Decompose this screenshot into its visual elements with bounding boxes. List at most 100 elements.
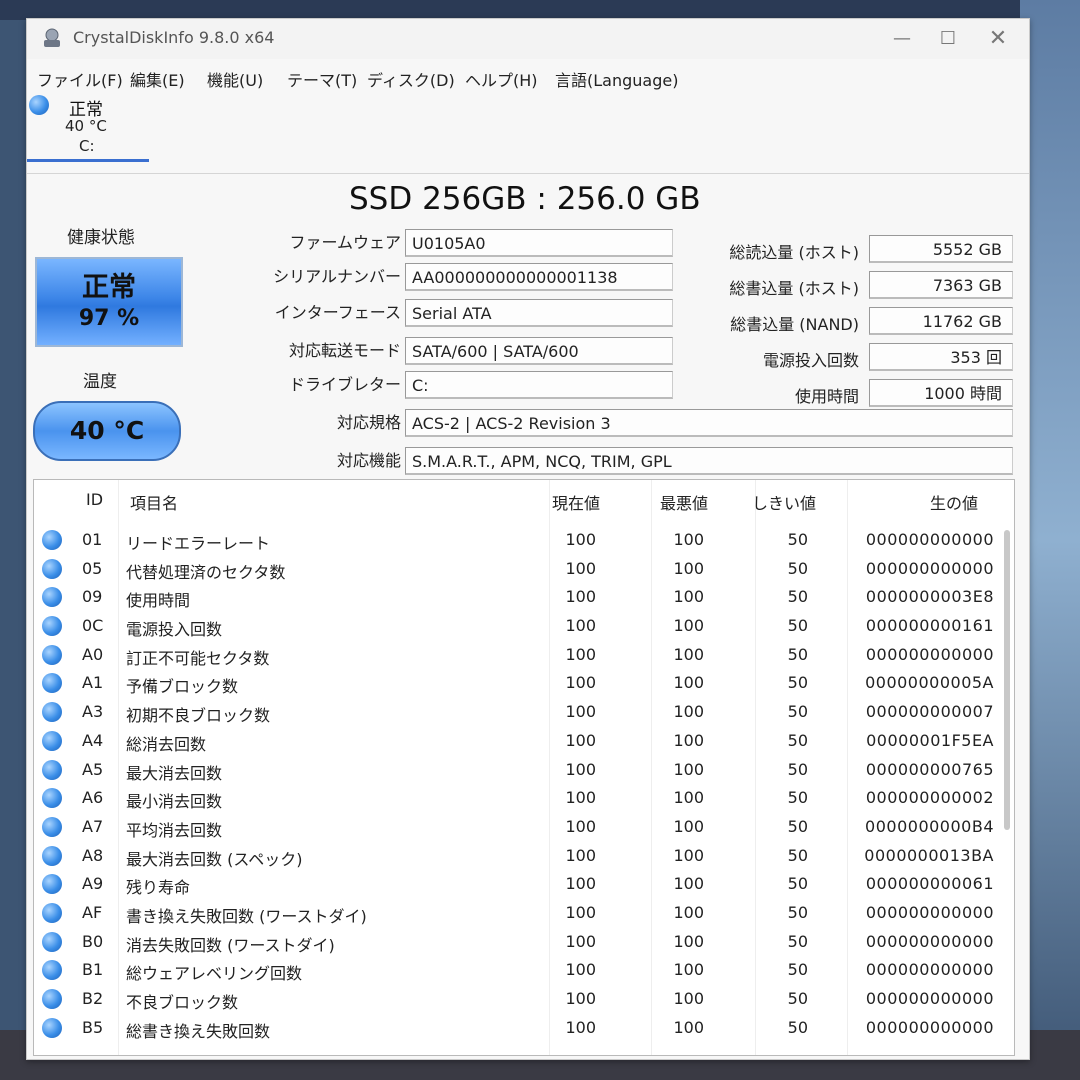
- table-row[interactable]: A0 訂正不可能セクタ数 100 100 50 000000000000: [34, 641, 1014, 670]
- host-writes-value: 7363 GB: [869, 271, 1013, 299]
- attr-id: B5: [82, 1017, 104, 1037]
- attr-id: A6: [82, 788, 104, 808]
- attr-current: 100: [565, 558, 596, 578]
- menu-language[interactable]: 言語(Language): [555, 67, 678, 91]
- health-percent: 97 %: [78, 306, 140, 331]
- attr-threshold: 50: [787, 960, 808, 980]
- attr-name: 総書き換え失敗回数: [126, 1021, 271, 1041]
- host-reads-value: 5552 GB: [869, 235, 1013, 263]
- status-good-icon: [42, 874, 62, 895]
- window-title: CrystalDiskInfo 9.8.0 x64: [73, 28, 275, 47]
- col-header-id[interactable]: ID: [86, 490, 103, 509]
- col-header-name[interactable]: 項目名: [130, 490, 178, 514]
- attr-current: 100: [565, 960, 596, 980]
- status-good-icon: [42, 616, 62, 637]
- attr-id: A7: [82, 816, 104, 836]
- table-row[interactable]: B5 総書き換え失敗回数 100 100 50 000000000000: [34, 1014, 1014, 1043]
- power-on-hours-label: 使用時間: [794, 387, 859, 406]
- attr-worst: 100: [673, 759, 704, 779]
- smart-table[interactable]: ID 項目名 現在値 最悪値 しきい値 生の値 01 リードエラーレート 100 10…: [33, 479, 1015, 1056]
- menu-disk[interactable]: ディスク(D): [367, 67, 455, 91]
- table-row[interactable]: AF 書き換え失敗回数 (ワーストダイ) 100 100 50 000000000000: [34, 899, 1014, 928]
- attr-raw: 000000000007: [865, 702, 994, 722]
- close-button[interactable]: ✕: [981, 25, 1015, 53]
- attr-threshold: 50: [787, 931, 808, 951]
- table-row[interactable]: A4 総消去回数 100 100 50 00000001F5EA: [34, 727, 1014, 756]
- menu-function[interactable]: 機能(U): [207, 67, 263, 91]
- table-row[interactable]: A3 初期不良ブロック数 100 100 50 000000000007: [34, 698, 1014, 727]
- smart-table-body: 01 リードエラーレート 100 100 50 000000000000 05 代替処理済の…: [34, 526, 1014, 1042]
- attr-worst: 100: [673, 558, 704, 578]
- attr-current: 100: [565, 931, 596, 951]
- col-header-current[interactable]: 現在値: [552, 490, 600, 514]
- status-good-icon: [42, 644, 62, 665]
- attr-worst: 100: [673, 960, 704, 980]
- attr-raw: 000000000000: [865, 931, 994, 951]
- attr-threshold: 50: [787, 644, 808, 664]
- attr-worst: 100: [673, 816, 704, 836]
- attr-id: A5: [82, 759, 104, 779]
- temperature-value[interactable]: 40 °C: [33, 401, 181, 461]
- attr-name: 初期不良ブロック数: [126, 706, 271, 726]
- attr-threshold: 50: [787, 845, 808, 865]
- attr-name: 最大消去回数 (スペック): [126, 849, 303, 869]
- table-row[interactable]: A7 平均消去回数 100 100 50 0000000000B4: [34, 813, 1014, 842]
- attr-threshold: 50: [787, 616, 808, 636]
- menu-theme[interactable]: テーマ(T): [287, 67, 357, 91]
- menu-help[interactable]: ヘルプ(H): [465, 67, 538, 91]
- table-row[interactable]: A8 最大消去回数 (スペック) 100 100 50 0000000013BA: [34, 842, 1014, 871]
- attr-id: 0C: [82, 616, 104, 636]
- attr-name: リードエラーレート: [126, 534, 271, 553]
- table-row[interactable]: 01 リードエラーレート 100 100 50 000000000000: [34, 526, 1014, 555]
- host-writes-label: 総書込量 (ホスト): [729, 279, 859, 298]
- standard-value: ACS-2 | ACS-2 Revision 3: [405, 409, 1013, 437]
- status-good-icon: [42, 730, 62, 751]
- attr-threshold: 50: [787, 759, 808, 779]
- attr-raw: 000000000000: [865, 1017, 994, 1037]
- firmware-label: ファームウェア: [289, 233, 401, 252]
- interface-value: Serial ATA: [405, 299, 673, 327]
- attr-raw: 000000000000: [865, 558, 994, 578]
- smart-table-header: ID 項目名 現在値 最悪値 しきい値 生の値: [34, 480, 1014, 518]
- disk-tab-c[interactable]: 正常 40 °C C:: [27, 95, 149, 162]
- attr-threshold: 50: [787, 989, 808, 1008]
- menu-file[interactable]: ファイル(F): [37, 67, 123, 91]
- attr-threshold: 50: [787, 530, 808, 549]
- table-row[interactable]: A5 最大消去回数 100 100 50 000000000765: [34, 756, 1014, 785]
- attr-name: 代替処理済のセクタ数: [126, 562, 286, 582]
- table-row[interactable]: A1 予備ブロック数 100 100 50 00000000005A: [34, 669, 1014, 698]
- table-row[interactable]: A9 残り寿命 100 100 50 000000000061: [34, 870, 1014, 899]
- minimize-button[interactable]: —: [885, 25, 919, 53]
- attr-name: 最大消去回数: [126, 763, 223, 783]
- maximize-button[interactable]: ☐: [931, 25, 965, 53]
- table-row[interactable]: 05 代替処理済のセクタ数 100 100 50 000000000000: [34, 555, 1014, 584]
- attr-raw: 0000000013BA: [864, 845, 994, 865]
- table-row[interactable]: 09 使用時間 100 100 50 0000000003E8: [34, 583, 1014, 612]
- table-row[interactable]: 0C 電源投入回数 100 100 50 000000000161: [34, 612, 1014, 641]
- table-row[interactable]: A6 最小消去回数 100 100 50 000000000002: [34, 784, 1014, 813]
- menu-edit[interactable]: 編集(E): [130, 67, 185, 91]
- attr-current: 100: [565, 816, 596, 836]
- attr-id: A0: [82, 644, 104, 664]
- attr-id: A8: [82, 845, 104, 865]
- table-row[interactable]: B0 消去失敗回数 (ワーストダイ) 100 100 50 000000000000: [34, 928, 1014, 957]
- health-status-button[interactable]: 正常 97 %: [35, 257, 183, 347]
- col-header-worst[interactable]: 最悪値: [660, 490, 708, 514]
- col-header-threshold[interactable]: しきい値: [752, 490, 816, 514]
- attr-name: 不良ブロック数: [126, 993, 239, 1012]
- attr-threshold: 50: [787, 587, 808, 607]
- attr-name: 残り寿命: [126, 878, 191, 898]
- attr-current: 100: [565, 874, 596, 894]
- attr-worst: 100: [673, 730, 704, 750]
- title-bar[interactable]: CrystalDiskInfo 9.8.0 x64 — ☐ ✕: [27, 19, 1029, 59]
- attr-name: 電源投入回数: [126, 620, 223, 640]
- status-good-icon: [42, 960, 62, 981]
- table-row[interactable]: B1 総ウェアレベリング回数 100 100 50 000000000000: [34, 956, 1014, 985]
- attr-name: 総消去回数: [126, 734, 207, 754]
- attr-current: 100: [565, 1017, 596, 1037]
- smart-table-scrollbar[interactable]: [1004, 530, 1010, 830]
- table-row[interactable]: B2 不良ブロック数 100 100 50 000000000000: [34, 985, 1014, 1014]
- desktop-background-top: [0, 0, 1080, 20]
- attr-id: B2: [82, 989, 104, 1008]
- col-header-raw[interactable]: 生の値: [930, 490, 978, 514]
